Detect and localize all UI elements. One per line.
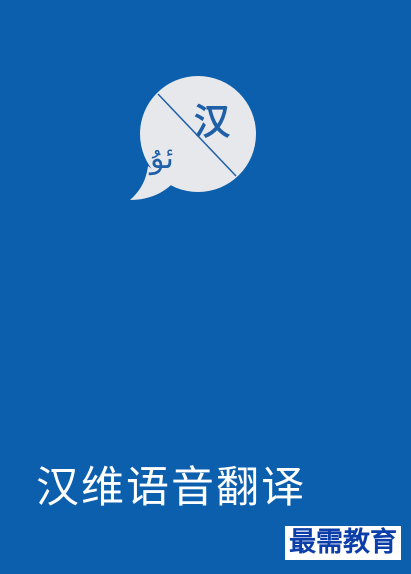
watermark-text: 最需教育 [285,526,401,560]
logo-chinese-char: 汉 [194,102,231,143]
splash-screen: 汉 ئۇ 汉维语音翻译 最需教育 [0,0,411,574]
logo-uyghur-char: ئۇ [148,141,174,176]
translate-logo-icon: 汉 ئۇ [128,76,258,206]
app-title: 汉维语音翻译 [36,463,306,513]
